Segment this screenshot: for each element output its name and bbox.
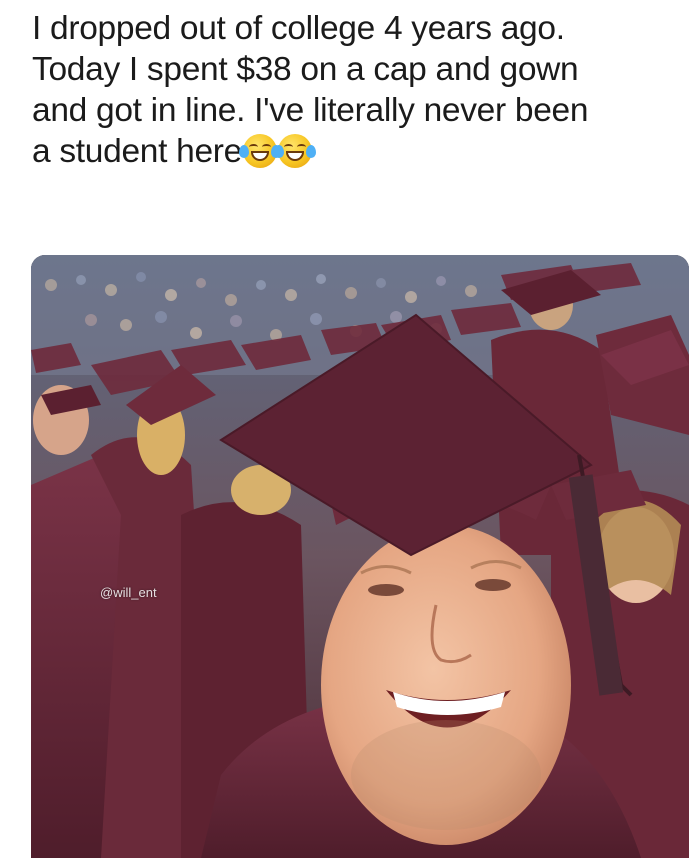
photo-illustration xyxy=(31,255,689,858)
face-with-tears-of-joy-icon xyxy=(273,134,316,168)
caption-line-1: I dropped out of college 4 years ago. xyxy=(32,10,565,47)
caption-line-3: and got in line. I've literally never be… xyxy=(32,92,589,129)
post-caption: I dropped out of college 4 years ago. To… xyxy=(32,8,682,172)
face-with-tears-of-joy-icon xyxy=(238,134,281,168)
caption-line-2: Today I spent $38 on a cap and gown xyxy=(32,51,579,88)
caption-line-4: a student here xyxy=(32,131,682,172)
graduation-selfie-photo: @will_ent xyxy=(31,255,689,858)
watermark-text: @will_ent xyxy=(100,585,157,600)
caption-line-4-text: a student here xyxy=(32,133,242,170)
